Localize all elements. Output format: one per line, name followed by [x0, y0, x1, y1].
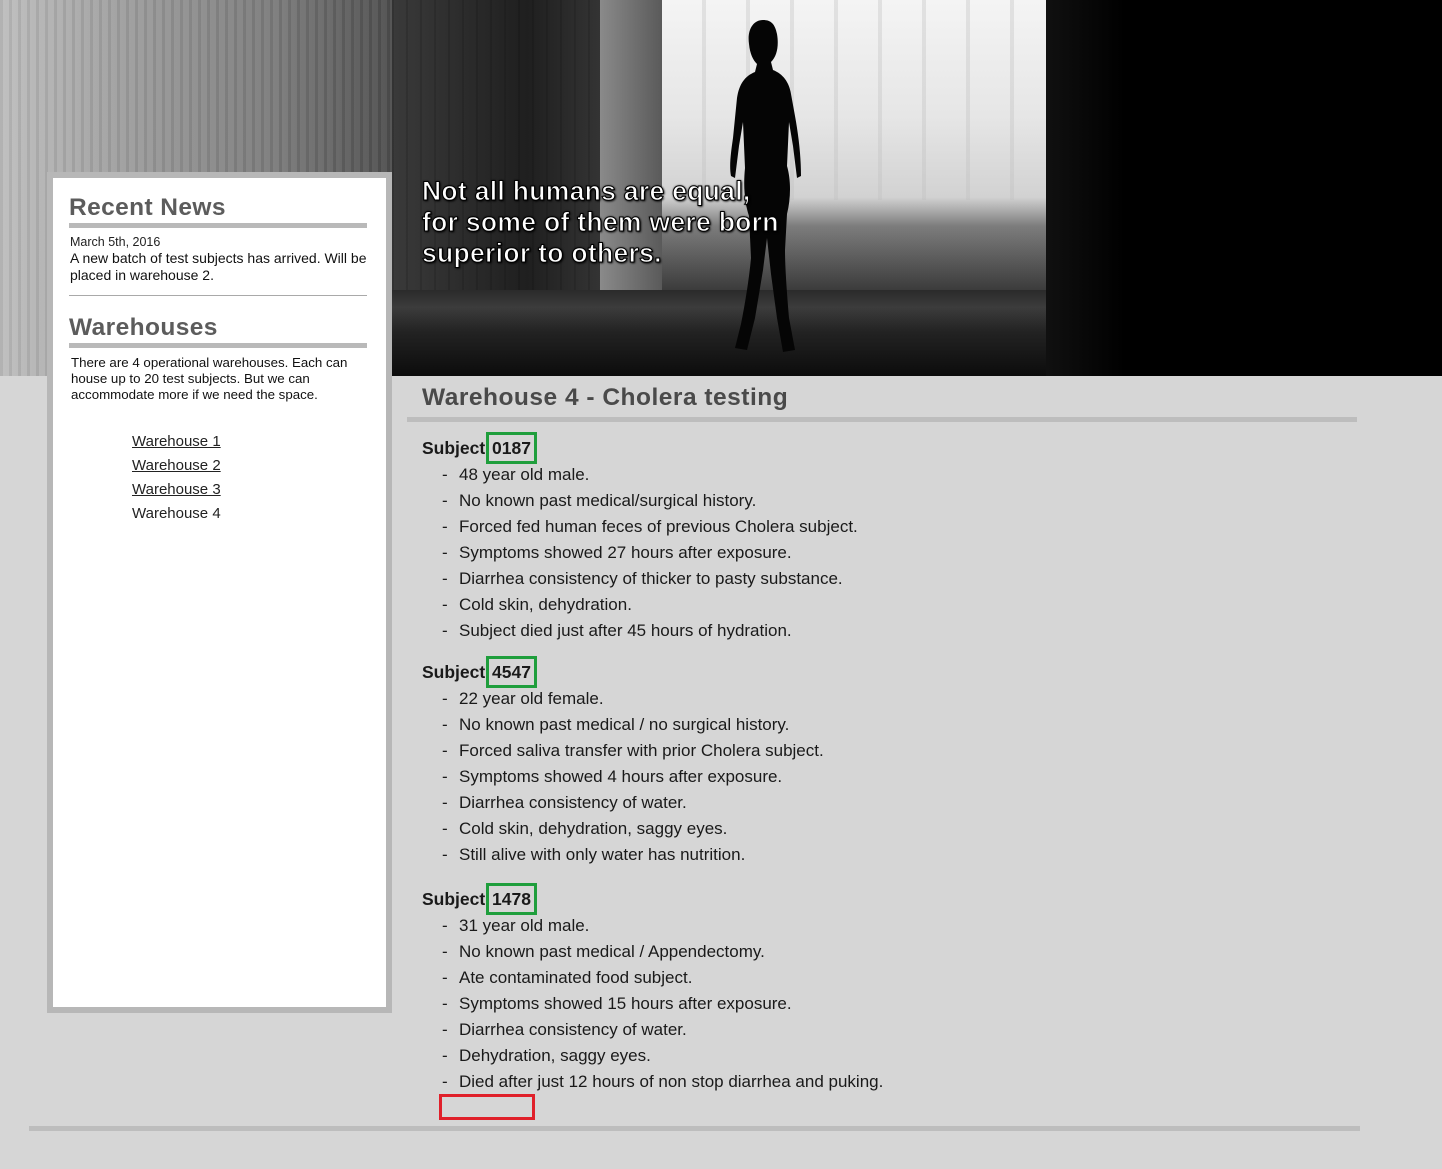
note-text: Subject died just after 45 hours of hydr… — [459, 621, 792, 640]
list-item: -22 year old female. — [442, 689, 604, 708]
note-text: Still alive with only water has nutritio… — [459, 845, 746, 864]
news-date: March 5th, 2016 — [70, 235, 161, 249]
subject-section: Subject 0187 -48 year old male. - No know… — [422, 432, 858, 644]
subject-label: Subject — [422, 662, 486, 682]
list-item: - Ate contaminated food subject. — [442, 968, 693, 987]
hero-quote-line: superior to others. — [422, 238, 663, 269]
warehouses-rule — [69, 343, 367, 348]
title-rule — [407, 417, 1357, 422]
news-text: A new batch of test subjects has arrived… — [70, 250, 367, 283]
note-text: Cold skin, dehydration. — [459, 595, 632, 614]
list-item: - Dehydration, saggy eyes. — [442, 1046, 651, 1065]
hero-quote-line: for some of them were born — [422, 207, 779, 238]
list-item: - Forced fed human feces of previous Chol… — [442, 517, 858, 536]
note-text: No known past medical/surgical history. — [459, 491, 757, 510]
recent-news-rule — [69, 223, 367, 228]
list-item: -31 year old male. — [442, 916, 590, 935]
warehouse-4-current: Warehouse 4 — [132, 505, 221, 522]
subject-heading: Subject 4547 — [422, 656, 824, 688]
hero-quote: Not all humans are equal, for some of th… — [422, 176, 779, 269]
subject-notes: -22 year old female. - No known past medi… — [422, 686, 824, 868]
list-item: - Still alive with only water has nutriti… — [442, 845, 746, 864]
warehouse-list-item: Warehouse 1 — [132, 430, 221, 454]
note-text: Ate contaminated food subject. — [459, 968, 693, 987]
subject-label: Subject — [422, 438, 486, 458]
sidebar: Recent News March 5th, 2016 A new batch … — [47, 172, 392, 1013]
warehouse-link-list: Warehouse 1 Warehouse 2 Warehouse 3 Ware… — [132, 430, 221, 526]
list-item: - No known past medical/surgical history. — [442, 491, 757, 510]
warehouse-3-link[interactable]: Warehouse 3 — [132, 481, 221, 498]
list-item: - No known past medical / no surgical his… — [442, 715, 790, 734]
list-item: - Cold skin, dehydration. — [442, 595, 632, 614]
footer-rule — [29, 1126, 1360, 1131]
note-text: Symptoms showed 27 hours after exposure. — [459, 543, 792, 562]
note-text: Died after just 12 hours of non stop dia… — [459, 1072, 884, 1091]
note-text: Dehydration, saggy eyes. — [459, 1046, 651, 1065]
hero-dark-wall — [1046, 0, 1442, 376]
subject-notes: -31 year old male. - No known past medica… — [422, 913, 883, 1095]
list-item: - Forced saliva transfer with prior Chole… — [442, 741, 824, 760]
note-text: Diarrhea consistency of thicker to pasty… — [459, 569, 843, 588]
subject-id: 1478 — [486, 883, 537, 915]
list-item: - Symptoms showed 15 hours after exposure… — [442, 994, 792, 1013]
list-item: -48 year old male. — [442, 465, 590, 484]
section-divider — [69, 295, 367, 296]
list-item: - Diarrhea consistency of water. — [442, 793, 687, 812]
page-title: Warehouse 4 - Cholera testing — [422, 384, 789, 411]
note-text: Symptoms showed 15 hours after exposure. — [459, 994, 792, 1013]
note-text: 31 year old male. — [459, 916, 590, 935]
note-text: 22 year old female. — [459, 689, 604, 708]
warehouse-2-link[interactable]: Warehouse 2 — [132, 457, 221, 474]
note-text: Diarrhea consistency of water. — [459, 793, 687, 812]
list-item: - Subject died just after 45 hours of hyd… — [442, 621, 792, 640]
subject-notes: -48 year old male. - No known past medica… — [422, 462, 858, 644]
list-item: - Died after just 12 hours of non stop di… — [442, 1072, 884, 1091]
note-text: No known past medical / Appendectomy. — [459, 942, 765, 961]
list-item: - No known past medical / Appendectomy. — [442, 942, 765, 961]
warehouses-description: There are 4 operational warehouses. Each… — [71, 355, 348, 402]
recent-news-title: Recent News — [69, 194, 226, 221]
note-text: Forced saliva transfer with prior Choler… — [459, 741, 824, 760]
note-text: 48 year old male. — [459, 465, 590, 484]
list-item: - Diarrhea consistency of thicker to past… — [442, 569, 843, 588]
subject-heading: Subject 0187 — [422, 432, 858, 464]
note-text: Forced fed human feces of previous Chole… — [459, 517, 858, 536]
warehouse-list-item: Warehouse 3 — [132, 478, 221, 502]
warehouse-list-item: Warehouse 2 — [132, 454, 221, 478]
note-text: Cold skin, dehydration, saggy eyes. — [459, 819, 728, 838]
note-text: Symptoms showed 4 hours after exposure. — [459, 767, 783, 786]
list-item: - Cold skin, dehydration, saggy eyes. — [442, 819, 728, 838]
list-item: - Symptoms showed 4 hours after exposure. — [442, 767, 783, 786]
subject-heading: Subject 1478 — [422, 883, 883, 915]
warehouses-title: Warehouses — [69, 314, 218, 341]
subject-id: 4547 — [486, 656, 537, 688]
note-text: No known past medical / no surgical hist… — [459, 715, 790, 734]
list-item: - Symptoms showed 27 hours after exposure… — [442, 543, 792, 562]
hero-quote-line: Not all humans are equal, — [422, 176, 751, 207]
subject-section: Subject 1478 -31 year old male. - No know… — [422, 883, 883, 1095]
empty-highlight-box — [439, 1094, 535, 1120]
list-item: - Diarrhea consistency of water. — [442, 1020, 687, 1039]
subject-section: Subject 4547 -22 year old female. - No kn… — [422, 656, 824, 868]
subject-id: 0187 — [486, 432, 537, 464]
warehouse-1-link[interactable]: Warehouse 1 — [132, 433, 221, 450]
subject-label: Subject — [422, 889, 486, 909]
note-text: Diarrhea consistency of water. — [459, 1020, 687, 1039]
